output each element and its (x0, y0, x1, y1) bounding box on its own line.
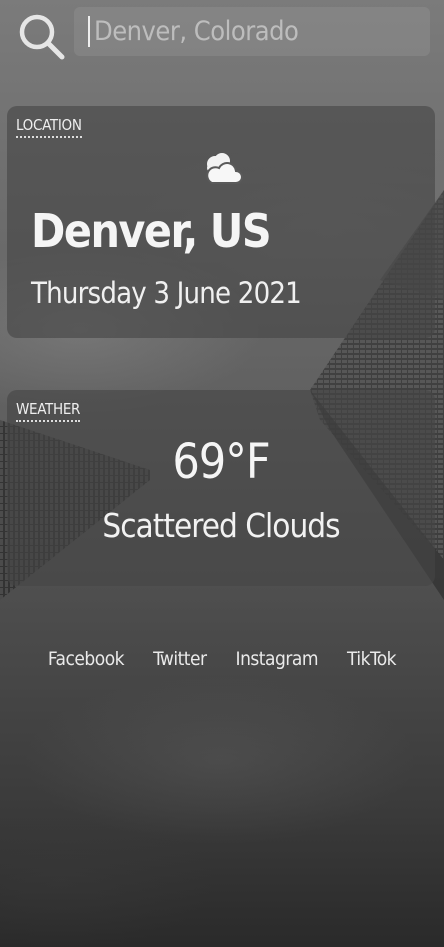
social-links: Facebook Twitter Instagram TikTok (0, 648, 444, 670)
twitter-link[interactable]: Twitter (153, 648, 207, 670)
location-label: LOCATION (16, 116, 82, 138)
weather-label: WEATHER (16, 400, 80, 422)
partly-cloudy-icon (206, 153, 243, 184)
weather-card: WEATHER 69°F Scattered Clouds (7, 390, 435, 586)
search-input[interactable] (88, 15, 430, 48)
text-caret (88, 16, 90, 47)
tiktok-link[interactable]: TikTok (347, 648, 397, 670)
temperature: 69°F (172, 434, 270, 490)
location-card: LOCATION Denver, US Thursday 3 June 2021 (7, 106, 435, 338)
instagram-link[interactable]: Instagram (236, 648, 319, 670)
current-date: Thursday 3 June 2021 (31, 276, 302, 310)
search-icon[interactable] (16, 11, 66, 61)
search-bar[interactable] (74, 7, 430, 56)
city-name: Denver, US (31, 204, 272, 258)
weather-condition: Scattered Clouds (102, 506, 340, 545)
facebook-link[interactable]: Facebook (48, 648, 125, 670)
